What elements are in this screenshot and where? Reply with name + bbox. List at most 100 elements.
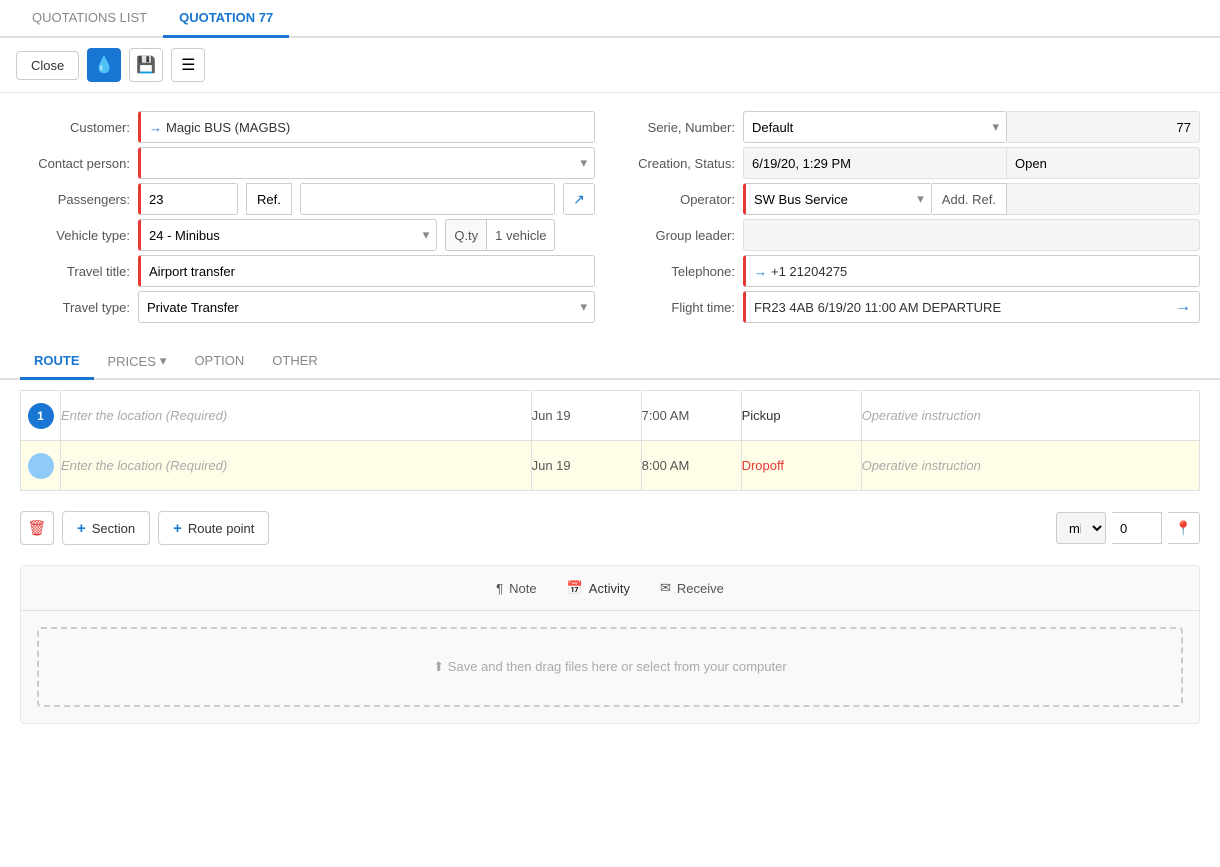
type-cell-2: Dropoff — [741, 441, 861, 491]
customer-arrow-icon: → — [149, 120, 162, 135]
section-plus-icon: + — [77, 520, 86, 537]
tab-quotation-77[interactable]: QUOTATION 77 — [163, 0, 289, 38]
route-actions-bar: 🗑 + Section + Route point mi km 0 📍 — [0, 501, 1220, 555]
tab-other[interactable]: OTHER — [258, 345, 332, 380]
telephone-row: Telephone: → +1 21204275 — [625, 253, 1200, 289]
passengers-input[interactable]: 23 — [138, 183, 238, 215]
close-button[interactable]: Close — [16, 51, 79, 80]
customer-row: Customer: → Magic BUS (MAGBS) — [20, 109, 595, 145]
ref-value-input[interactable] — [300, 183, 555, 215]
add-ref-input[interactable] — [1007, 183, 1200, 215]
time-cell-1: 7:00 AM — [641, 391, 741, 441]
vehicle-type-select[interactable]: 24 - Minibus — [138, 219, 437, 251]
location-cell-2[interactable]: Enter the location (Required) — [61, 441, 532, 491]
note-cell-2[interactable]: Operative instruction — [861, 441, 1199, 491]
route-actions-right: mi km 0 📍 — [1056, 512, 1200, 544]
group-leader-input[interactable] — [743, 219, 1200, 251]
note-placeholder-2: Operative instruction — [862, 458, 981, 473]
group-leader-label: Group leader: — [625, 228, 735, 243]
tab-prices-label: PRICES — [108, 354, 156, 369]
activity-calendar-icon: 📅 — [567, 580, 583, 596]
time-value-1: 7:00 AM — [642, 408, 690, 423]
date-cell-1: Jun 19 — [531, 391, 641, 441]
add-section-button[interactable]: + Section — [62, 511, 150, 545]
travel-type-label: Travel type: — [20, 300, 130, 315]
type-value-1: Pickup — [742, 408, 781, 423]
menu-button[interactable]: ☰ — [171, 48, 205, 82]
tab-option-label: OPTION — [194, 353, 244, 368]
operator-label: Operator: — [625, 192, 735, 207]
travel-title-label: Travel title: — [20, 264, 130, 279]
status-input: Open — [1007, 147, 1200, 179]
telephone-value: +1 21204275 — [771, 264, 847, 279]
location-cell-1[interactable]: Enter the location (Required) — [61, 391, 532, 441]
route-point-label: Route point — [188, 521, 255, 536]
customer-value: Magic BUS (MAGBS) — [166, 120, 290, 135]
type-value-2: Dropoff — [742, 458, 784, 473]
tab-option[interactable]: OPTION — [180, 345, 258, 380]
drop-button[interactable]: 💧 — [87, 48, 121, 82]
contact-label: Contact person: — [20, 156, 130, 171]
time-value-2: 8:00 AM — [642, 458, 690, 473]
note-cell-1[interactable]: Operative instruction — [861, 391, 1199, 441]
table-row: 1 Enter the location (Required) Jun 19 7… — [21, 391, 1200, 441]
flight-value: FR23 4AB 6/19/20 11:00 AM DEPARTURE — [754, 300, 1001, 315]
serie-select[interactable]: Default — [743, 111, 1007, 143]
serie-label: Serie, Number: — [625, 120, 735, 135]
section-label: Section — [92, 521, 135, 536]
distance-input[interactable]: 0 — [1112, 512, 1162, 544]
telephone-input[interactable]: → +1 21204275 — [743, 255, 1200, 287]
passengers-label: Passengers: — [20, 192, 130, 207]
customer-input[interactable]: → Magic BUS (MAGBS) — [138, 111, 595, 143]
travel-type-row: Travel type: Private Transfer — [20, 289, 595, 325]
tab-prices[interactable]: PRICES ▾ — [94, 345, 181, 380]
delete-button[interactable]: 🗑 — [20, 511, 54, 545]
location-pin-icon: 📍 — [1175, 520, 1192, 537]
location-pin-button[interactable]: 📍 — [1168, 512, 1200, 544]
bottom-tab-receive[interactable]: ✉ Receive — [660, 580, 724, 596]
bottom-tab-activity[interactable]: 📅 Activity — [567, 580, 630, 596]
activity-tab-label: Activity — [589, 581, 630, 596]
add-route-point-button[interactable]: + Route point — [158, 511, 269, 545]
ref-button[interactable]: Ref. — [246, 183, 292, 215]
operator-select[interactable]: SW Bus Service — [743, 183, 932, 215]
prices-chevron-icon: ▾ — [160, 353, 167, 369]
external-link-button[interactable]: ↗ — [563, 183, 595, 215]
save-button[interactable]: 💾 — [129, 48, 163, 82]
travel-title-input[interactable]: Airport transfer — [138, 255, 595, 287]
date-value-1: Jun 19 — [532, 408, 571, 423]
tab-route-label: ROUTE — [34, 353, 80, 368]
upload-area[interactable]: ⬆ Save and then drag files here or selec… — [37, 627, 1183, 707]
external-link-icon: ↗ — [573, 191, 585, 208]
tab-route[interactable]: ROUTE — [20, 345, 94, 380]
tab-quotations-list[interactable]: QUOTATIONS LIST — [16, 0, 163, 38]
bottom-tab-note[interactable]: ¶ Note — [496, 580, 536, 596]
number-input[interactable]: 77 — [1007, 111, 1200, 143]
stop-number-cell: 1 — [21, 391, 61, 441]
flight-label: Flight time: — [625, 300, 735, 315]
unit-select[interactable]: mi km — [1056, 512, 1106, 544]
note-paragraph-icon: ¶ — [496, 581, 503, 596]
flight-time-row: Flight time: FR23 4AB 6/19/20 11:00 AM D… — [625, 289, 1200, 325]
route-point-plus-icon: + — [173, 520, 182, 537]
operator-row: Operator: SW Bus Service Add. Ref. — [625, 181, 1200, 217]
travel-type-select[interactable]: Private Transfer — [138, 291, 595, 323]
group-leader-row: Group leader: — [625, 217, 1200, 253]
vehicle-type-label: Vehicle type: — [20, 228, 130, 243]
receive-envelope-icon: ✉ — [660, 580, 671, 596]
vehicle-type-row: Vehicle type: 24 - Minibus Q.ty 1 vehicl… — [20, 217, 595, 253]
stop-number-cell-2 — [21, 441, 61, 491]
contact-select[interactable] — [138, 147, 595, 179]
bottom-tabs: ¶ Note 📅 Activity ✉ Receive — [21, 566, 1199, 611]
form-area: Customer: → Magic BUS (MAGBS) Contact pe… — [0, 93, 1220, 341]
telephone-arrow-icon: → — [754, 264, 767, 279]
tab-other-label: OTHER — [272, 353, 318, 368]
location-placeholder-1: Enter the location (Required) — [61, 408, 227, 423]
date-value-2: Jun 19 — [532, 458, 571, 473]
upload-icon: ⬆ — [433, 659, 448, 674]
menu-icon: ☰ — [181, 55, 195, 75]
form-left: Customer: → Magic BUS (MAGBS) Contact pe… — [20, 109, 595, 325]
receive-tab-label: Receive — [677, 581, 724, 596]
flight-time-display[interactable]: FR23 4AB 6/19/20 11:00 AM DEPARTURE → — [743, 291, 1200, 323]
add-ref-button[interactable]: Add. Ref. — [932, 183, 1007, 215]
